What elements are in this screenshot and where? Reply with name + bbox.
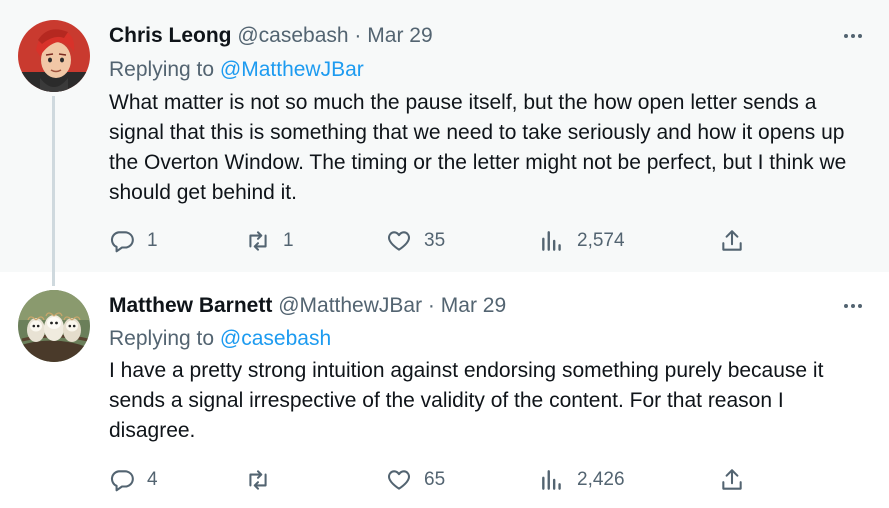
more-dots-icon xyxy=(844,34,862,38)
thread-line xyxy=(52,272,55,286)
views-button[interactable]: 2,426 xyxy=(539,465,625,495)
retweet-icon xyxy=(249,470,267,490)
more-button[interactable] xyxy=(839,22,867,50)
heart-icon xyxy=(387,231,411,251)
like-button[interactable]: 35 xyxy=(386,226,445,256)
reply-icon xyxy=(110,470,134,492)
separator: · xyxy=(354,24,362,47)
more-button[interactable] xyxy=(839,292,867,320)
retweet-count: 1 xyxy=(283,230,294,251)
author-name[interactable]: Chris Leong xyxy=(109,24,232,47)
share-icon xyxy=(722,469,742,490)
views-button[interactable]: 2,574 xyxy=(539,226,625,256)
retweet-icon xyxy=(249,231,267,251)
avatar[interactable] xyxy=(18,20,90,92)
retweet-button[interactable]: 1 xyxy=(245,226,294,256)
tweet-date[interactable]: Mar 29 xyxy=(441,294,506,317)
tweet-text: I have a pretty strong intuition against… xyxy=(109,359,824,442)
three-owls-painting-avatar xyxy=(18,290,90,362)
like-count: 35 xyxy=(424,230,446,251)
action-bar: 1 1 35 2,574 xyxy=(109,226,749,256)
author-name[interactable]: Matthew Barnett xyxy=(109,294,272,317)
replying-to: Replying to @casebash xyxy=(109,325,331,353)
share-button[interactable] xyxy=(719,465,745,495)
more-dots-icon xyxy=(844,304,862,308)
tweet-date[interactable]: Mar 29 xyxy=(367,24,432,47)
tweet-header: Matthew Barnett @MatthewJBar · Mar 29 xyxy=(109,292,506,320)
replying-to: Replying to @MatthewJBar xyxy=(109,56,364,84)
reply-count: 4 xyxy=(147,469,158,490)
tweet-text: What matter is not so much the pause its… xyxy=(109,91,847,204)
thread-line xyxy=(52,96,55,272)
share-button[interactable] xyxy=(719,226,745,256)
tweet-card[interactable]: Matthew Barnett @MatthewJBar · Mar 29 Re… xyxy=(0,272,889,508)
like-count: 65 xyxy=(424,469,446,490)
reply-count: 1 xyxy=(147,230,158,251)
share-icon xyxy=(722,230,742,251)
action-bar: 4 65 2,426 xyxy=(109,465,749,495)
view-count: 2,574 xyxy=(577,230,625,251)
author-handle[interactable]: @casebash xyxy=(237,24,348,47)
tweet-header: Chris Leong @casebash · Mar 29 xyxy=(109,22,433,50)
reply-button[interactable]: 1 xyxy=(109,226,158,256)
like-button[interactable]: 65 xyxy=(386,465,445,495)
separator: · xyxy=(427,294,435,317)
replying-to-mention[interactable]: @casebash xyxy=(220,327,331,350)
cartoon-red-haired-man-avatar xyxy=(18,20,90,92)
reply-icon xyxy=(110,231,134,253)
tweet-card[interactable]: Chris Leong @casebash · Mar 29 Replying … xyxy=(0,0,889,272)
replying-prefix: Replying to xyxy=(109,58,215,81)
view-count: 2,426 xyxy=(577,469,625,490)
retweet-button[interactable] xyxy=(245,465,283,495)
heart-icon xyxy=(387,470,411,490)
replying-to-mention[interactable]: @MatthewJBar xyxy=(220,58,364,81)
replying-prefix: Replying to xyxy=(109,327,215,350)
reply-button[interactable]: 4 xyxy=(109,465,158,495)
analytics-icon xyxy=(542,231,561,251)
analytics-icon xyxy=(542,470,561,490)
author-handle[interactable]: @MatthewJBar xyxy=(278,294,422,317)
avatar[interactable] xyxy=(18,290,90,362)
